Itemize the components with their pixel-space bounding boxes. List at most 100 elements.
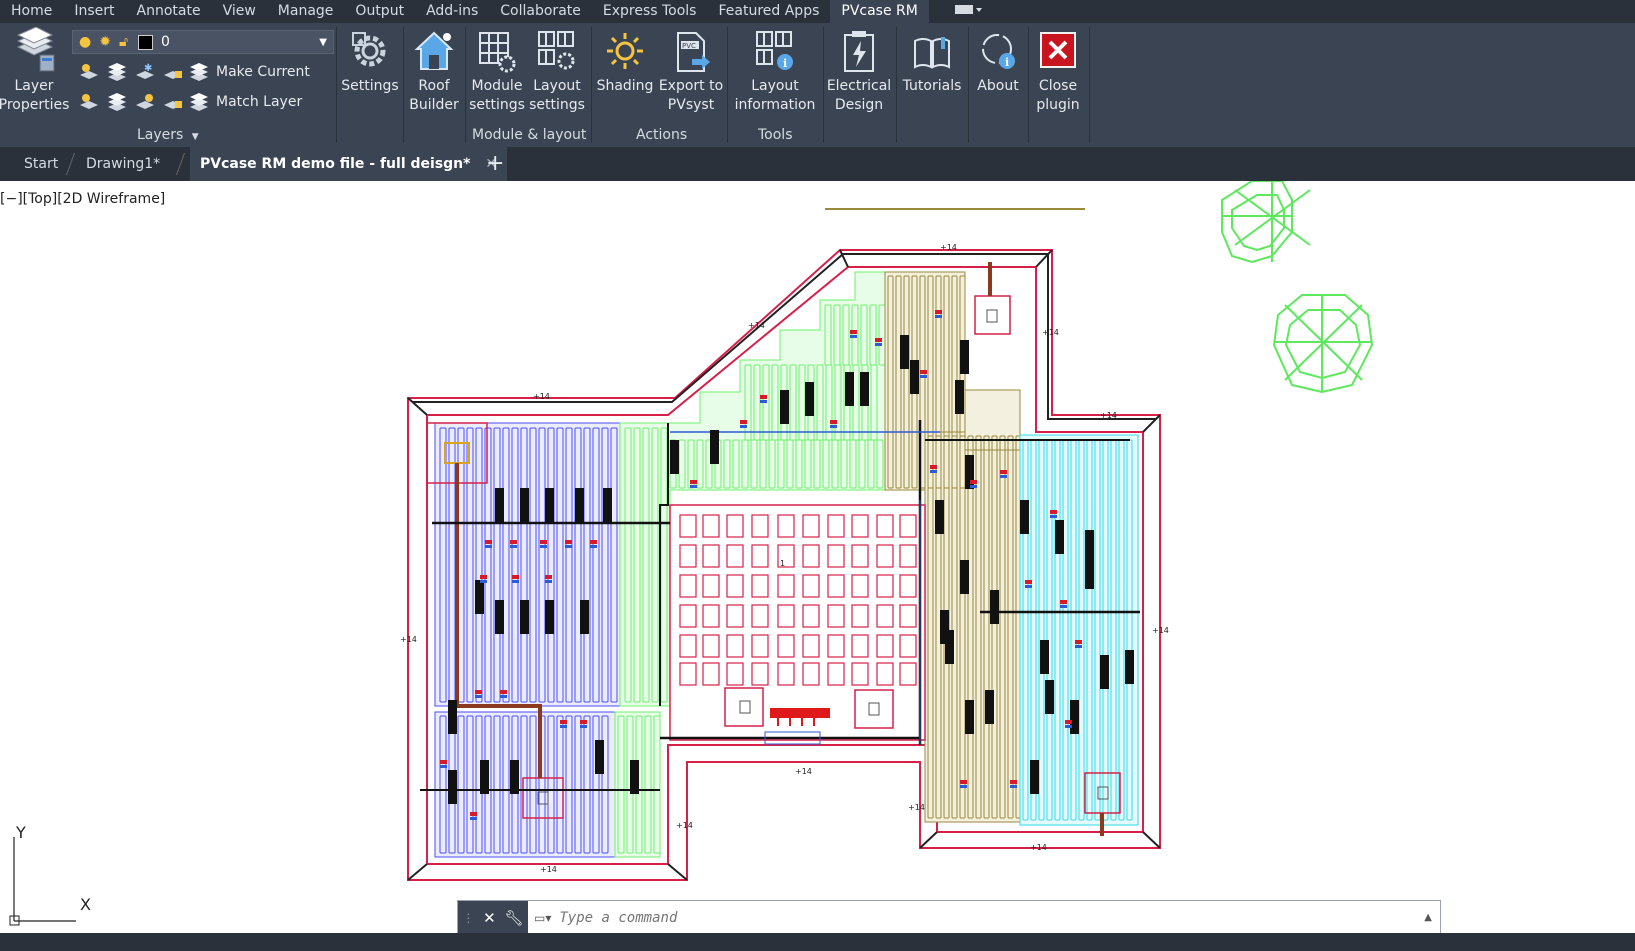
plus-icon[interactable]: + <box>486 147 504 181</box>
menu-pvcase-rm[interactable]: PVcase RM <box>830 0 929 23</box>
layer-off-icon[interactable] <box>78 61 100 83</box>
svg-text:i: i <box>1005 56 1009 69</box>
layout-settings-label-2: settings <box>529 97 585 113</box>
make-current-label: Make Current <box>216 64 310 80</box>
file-tab-bar: Start Drawing1* PVcase RM demo file - fu… <box>0 147 1635 181</box>
tab-drawing1[interactable]: Drawing1* <box>86 147 160 181</box>
close-icon <box>1040 32 1076 68</box>
layer-unisolate-icon[interactable] <box>106 91 128 113</box>
gear-icon <box>352 32 386 67</box>
skylight-area[interactable] <box>669 504 926 741</box>
menu-insert[interactable]: Insert <box>63 0 125 23</box>
match-layer-button[interactable]: Match Layer <box>188 91 302 113</box>
shading-button[interactable]: Shading <box>594 29 656 96</box>
svg-text:+14: +14 <box>1030 843 1047 852</box>
tree-symbol[interactable] <box>1221 181 1311 264</box>
divider <box>968 27 969 143</box>
layer-lock-icon[interactable] <box>162 61 184 83</box>
wrench-icon[interactable]: 🔧︎ <box>505 909 524 927</box>
tab-pvcase-demo[interactable]: PVcase RM demo file - full deisgn* ✕ <box>190 147 508 181</box>
svg-text:+14: +14 <box>676 821 693 830</box>
actions-panel-title: Actions <box>636 127 688 143</box>
command-input[interactable] <box>551 908 1425 927</box>
match-layer-label: Match Layer <box>216 94 303 110</box>
export-pvsyst-button[interactable]: PVC Export to PVsyst <box>658 29 724 115</box>
tree-symbol[interactable] <box>1272 294 1374 394</box>
command-prompt-icon[interactable]: ▭▾ <box>534 911 551 925</box>
menu-view[interactable]: View <box>212 0 267 23</box>
current-layer-value: 0 <box>161 34 170 50</box>
menu-collaborate[interactable]: Collaborate <box>489 0 592 23</box>
menu-manage[interactable]: Manage <box>267 0 345 23</box>
about-label: About <box>977 78 1019 94</box>
close-icon[interactable]: ✕ <box>483 909 496 927</box>
chevron-down-icon: ▼ <box>319 36 327 48</box>
module-settings-label-1: Module <box>471 78 523 94</box>
axis-y-label: Y <box>16 823 26 842</box>
layer-thaw-icon[interactable] <box>134 91 156 113</box>
electrical-design-button[interactable]: Electrical Design <box>826 29 892 115</box>
layer-unlock-icon[interactable] <box>162 91 184 113</box>
menu-featured-apps[interactable]: Featured Apps <box>707 0 830 23</box>
tools-panel-title: Tools <box>758 127 793 143</box>
menu-output[interactable]: Output <box>344 0 415 23</box>
drawing-canvas[interactable]: [−][Top][2D Wireframe] +14 +14 +14 +14 +… <box>0 181 1635 933</box>
tab-start[interactable]: Start <box>24 147 58 181</box>
layer-isolate-icon[interactable] <box>106 61 128 83</box>
layout-information-button[interactable]: i Layout information <box>730 29 820 115</box>
house-icon <box>414 31 454 70</box>
color-swatch-icon <box>138 34 154 50</box>
layers-panel-title[interactable]: Layers ▼ <box>137 127 199 143</box>
divider <box>591 27 592 143</box>
sun-shading-icon <box>607 33 643 69</box>
divider <box>896 27 897 143</box>
menu-annotate[interactable]: Annotate <box>126 0 212 23</box>
module-grid-gear-icon <box>479 32 516 73</box>
layers-panel-label: Layers <box>137 127 184 143</box>
layer-properties-button[interactable]: Layer Properties <box>0 27 70 115</box>
close-plugin-button[interactable]: Close plugin <box>1030 29 1086 115</box>
chevron-up-icon[interactable]: ▲ <box>1424 912 1432 923</box>
layer-freeze-icon[interactable]: ✱ <box>134 61 156 83</box>
layer-tools-row-1: ✱ <box>78 61 184 83</box>
roof-layout-drawing[interactable]: +14 +14 +14 +14 +14 +14 +14 +14 +14 +14 +14 +1… <box>0 181 1635 933</box>
make-current-button[interactable]: Make Current <box>188 61 310 83</box>
about-button[interactable]: i About <box>971 29 1025 96</box>
layout-settings-button[interactable]: Layout settings <box>528 29 586 115</box>
svg-text:+14: +14 <box>940 243 957 252</box>
drag-handle-icon[interactable]: ⋮ <box>462 911 474 925</box>
layer-properties-label-1: Layer <box>14 78 54 94</box>
divider <box>403 27 404 143</box>
ribbon-options-icon[interactable] <box>943 0 995 23</box>
roof-builder-button[interactable]: Roof Builder <box>406 29 462 115</box>
layer-dropdown[interactable]: ● ✹ 🔓︎ 0 ▼ <box>72 30 334 54</box>
tutorials-button[interactable]: Tutorials <box>899 29 965 96</box>
open-book-icon <box>914 37 950 69</box>
svg-text:✱: ✱ <box>144 63 152 74</box>
match-layer-icon <box>190 93 208 111</box>
layer-on-icon[interactable] <box>78 91 100 113</box>
settings-button[interactable]: Settings <box>340 29 400 96</box>
menu-home[interactable]: Home <box>0 0 63 23</box>
menu-add-ins[interactable]: Add-ins <box>415 0 489 23</box>
ucs-axis-icon <box>9 837 76 926</box>
layer-tools-row-2 <box>78 91 184 113</box>
layout-grid-gear-icon <box>538 31 575 70</box>
module-settings-button[interactable]: Module settings <box>468 29 526 115</box>
svg-text:+14: +14 <box>1042 328 1059 337</box>
module-settings-label-2: settings <box>469 97 525 113</box>
electrical-clipboard-icon <box>844 31 874 72</box>
divider <box>1089 27 1090 143</box>
svg-text:1: 1 <box>780 559 785 568</box>
electrical-design-label-1: Electrical <box>826 78 892 94</box>
svg-text:+14: +14 <box>908 803 925 812</box>
menu-express-tools[interactable]: Express Tools <box>592 0 708 23</box>
export-pvsyst-label-2: PVsyst <box>667 97 715 113</box>
layer-stack-icon <box>16 27 55 72</box>
svg-text:+14: +14 <box>400 635 417 644</box>
layer-properties-label-2: Properties <box>0 97 70 113</box>
divider <box>465 27 466 143</box>
command-line-tools: ⋮ ✕ 🔧︎ <box>458 901 528 934</box>
tab-pvcase-demo-label: PVcase RM demo file - full deisgn* <box>200 156 471 172</box>
roof-builder-label-1: Roof <box>418 78 450 94</box>
